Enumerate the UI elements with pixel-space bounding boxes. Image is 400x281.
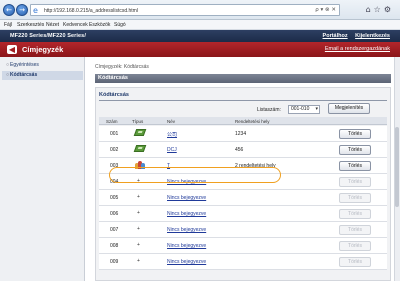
column-name: Név bbox=[167, 118, 176, 124]
dash-icon: + bbox=[137, 210, 140, 216]
row-number: 007 bbox=[110, 227, 119, 233]
dash-icon: + bbox=[137, 242, 140, 248]
address-tools[interactable]: ρ ▾ ⊗ ✕ bbox=[315, 7, 336, 13]
delete-button[interactable]: Törlés bbox=[339, 161, 371, 171]
section-title: Kódtárcsás bbox=[95, 74, 391, 83]
sidebar-item-one-touch[interactable]: ○Egyérintéses bbox=[2, 61, 83, 70]
highlight-box bbox=[109, 167, 281, 183]
mail-admin-link[interactable]: Email a rendszergazdának bbox=[325, 46, 390, 52]
row-number: 002 bbox=[110, 147, 119, 153]
back-arrow-icon[interactable]: ← bbox=[3, 4, 15, 16]
menu-help[interactable]: Súgó bbox=[114, 22, 126, 28]
fax-icon bbox=[133, 129, 147, 138]
row-destination: 1234 bbox=[235, 131, 247, 137]
row-name-link[interactable]: Nincs bejegyezve bbox=[167, 227, 206, 233]
menu-file[interactable]: Fájl bbox=[4, 22, 12, 28]
row-name-link[interactable]: Nincs bejegyezve bbox=[167, 211, 206, 217]
url-text[interactable]: http://192.168.0.215/a_addresslistcsd.ht… bbox=[44, 8, 138, 14]
delete-button[interactable]: Törlés bbox=[339, 145, 371, 155]
list-number-value: 001-010 bbox=[291, 106, 310, 112]
portal-link[interactable]: Portálhoz bbox=[323, 33, 348, 39]
forward-arrow-icon[interactable]: → bbox=[16, 4, 28, 16]
delete-button: Törlés bbox=[339, 177, 371, 187]
display-button[interactable]: Megjelenítés bbox=[328, 103, 370, 114]
table-header: Szám Típus Név Rendeltetési hely bbox=[99, 117, 387, 125]
fax-icon bbox=[133, 145, 147, 154]
table-row: 006 + Nincs bejegyezve Törlés bbox=[99, 206, 387, 222]
row-number: 006 bbox=[110, 211, 119, 217]
row-number: 005 bbox=[110, 195, 119, 201]
row-destination: 456 bbox=[235, 147, 244, 153]
table-row: 005 + Nincs bejegyezve Törlés bbox=[99, 190, 387, 206]
list-number-select[interactable]: 001-010 ▾ bbox=[288, 105, 320, 114]
title-band: ◀ Címjegyzék Email a rendszergazdának bbox=[0, 42, 400, 57]
delete-button[interactable]: Törlés bbox=[339, 129, 371, 139]
scrollbar-thumb[interactable] bbox=[395, 127, 399, 207]
column-type: Típus bbox=[132, 118, 144, 124]
sidebar-item-label: Kódtárcsás bbox=[10, 72, 38, 78]
column-number: Szám bbox=[106, 118, 118, 124]
row-number: 009 bbox=[110, 259, 119, 265]
address-book-icon[interactable]: ◀ bbox=[7, 45, 17, 54]
row-name-link[interactable]: 公司 bbox=[167, 131, 177, 138]
menu-edit[interactable]: Szerkesztés bbox=[17, 22, 44, 28]
dash-icon: + bbox=[137, 258, 140, 264]
menu-tools[interactable]: Eszközök bbox=[89, 22, 110, 28]
row-number: 001 bbox=[110, 131, 119, 137]
list-number-label: Listaszám: bbox=[257, 107, 281, 113]
model-name: MF220 Series/MF220 Series/ bbox=[10, 33, 86, 39]
row-name-link[interactable]: Nincs bejegyezve bbox=[167, 195, 206, 201]
table-row: 007 + Nincs bejegyezve Törlés bbox=[99, 222, 387, 238]
row-number: 008 bbox=[110, 243, 119, 249]
chevron-down-icon: ▾ bbox=[315, 106, 318, 112]
row-name-link[interactable]: Nincs bejegyezve bbox=[167, 243, 206, 249]
delete-button: Törlés bbox=[339, 225, 371, 235]
sidebar-item-label: Egyérintéses bbox=[10, 62, 39, 68]
dash-icon: + bbox=[137, 194, 140, 200]
favorites-icons[interactable]: ⌂☆⚙ bbox=[366, 5, 394, 14]
delete-button: Törlés bbox=[339, 209, 371, 219]
header-links: Portálhoz Kijelentkezés bbox=[317, 33, 390, 39]
menu-bar: Fájl Szerkesztés Nézet Kedvencek Eszközö… bbox=[0, 20, 400, 30]
delete-button: Törlés bbox=[339, 193, 371, 203]
menu-favorites[interactable]: Kedvencek bbox=[63, 22, 88, 28]
table-row: 009 + Nincs bejegyezve Törlés bbox=[99, 254, 387, 270]
page-title: Címjegyzék bbox=[22, 45, 64, 54]
browser-toolbar: ← → e http://192.168.0.215/a_addresslist… bbox=[0, 0, 400, 20]
column-destination: Rendeltetési hely bbox=[235, 118, 270, 124]
table-row: 008 + Nincs bejegyezve Törlés bbox=[99, 238, 387, 254]
ie-icon: e bbox=[33, 6, 38, 15]
logout-link[interactable]: Kijelentkezés bbox=[355, 33, 390, 39]
scrollbar[interactable] bbox=[394, 57, 400, 281]
sidebar-item-coded-dial[interactable]: ○Kódtárcsás bbox=[2, 71, 83, 80]
dash-icon: + bbox=[137, 226, 140, 232]
delete-button: Törlés bbox=[339, 241, 371, 251]
breadcrumb: Címjegyzék: Kódtárcsás bbox=[95, 64, 149, 70]
row-name-link[interactable]: Nincs bejegyezve bbox=[167, 259, 206, 265]
model-band: MF220 Series/MF220 Series/ Portálhoz Kij… bbox=[0, 30, 400, 42]
address-bar[interactable]: e http://192.168.0.215/a_addresslistcsd.… bbox=[30, 4, 340, 16]
panel-title: Kódtárcsás bbox=[99, 92, 129, 98]
delete-button: Törlés bbox=[339, 257, 371, 267]
table-row: 002 DCJ 456 Törlés bbox=[99, 142, 387, 158]
sidebar: ○Egyérintéses ○Kódtárcsás bbox=[0, 57, 85, 281]
row-name-link[interactable]: DCJ bbox=[167, 147, 177, 153]
menu-view[interactable]: Nézet bbox=[46, 22, 59, 28]
table-row: 001 公司 1234 Törlés bbox=[99, 126, 387, 142]
divider bbox=[99, 100, 387, 101]
